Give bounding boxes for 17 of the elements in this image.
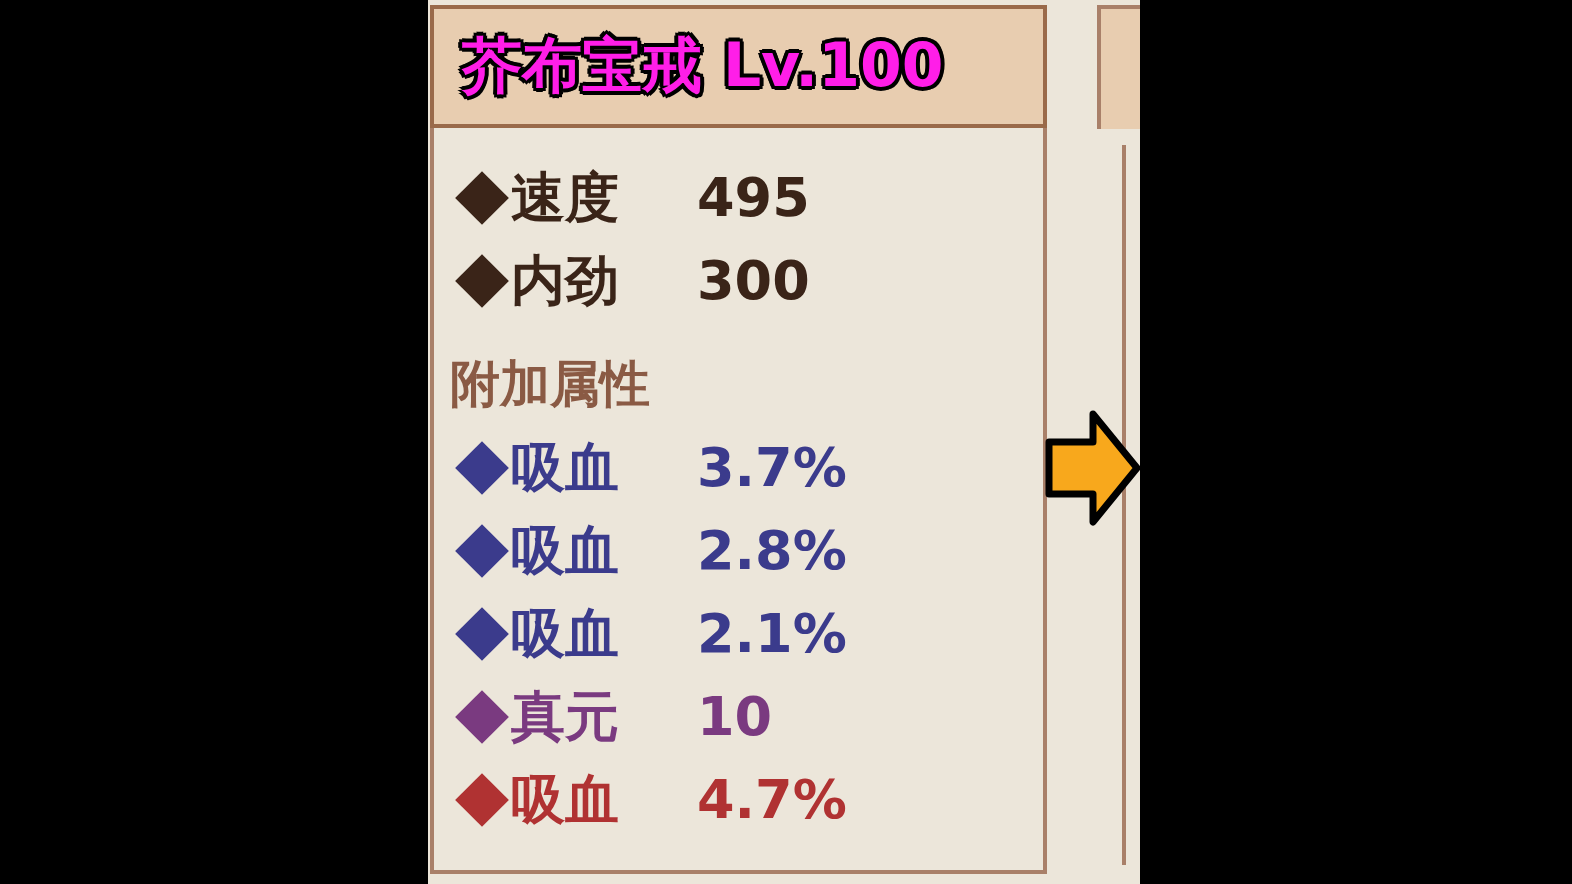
stat-label: 吸血 [511, 518, 620, 584]
item-title: 芥布宝戒 Lv.100 [462, 29, 944, 102]
stat-value: 3.7% [697, 435, 848, 501]
stat-label: 真元 [511, 684, 620, 750]
stat-label: 吸血 [511, 767, 620, 833]
arrow-icon[interactable] [1045, 410, 1140, 526]
stat-value: 4.7% [697, 767, 848, 833]
stat-value: 10 [697, 684, 774, 750]
stat-label: 吸血 [511, 435, 620, 501]
stat-value: 300 [697, 248, 811, 314]
stat-label: 吸血 [511, 601, 620, 667]
section-title: 附加属性 [449, 354, 651, 415]
stat-label: 内劲 [511, 248, 620, 314]
stat-value: 495 [697, 165, 811, 231]
stat-value: 2.1% [697, 601, 848, 667]
stat-value: 2.8% [697, 518, 848, 584]
stat-label: 速度 [511, 165, 620, 231]
